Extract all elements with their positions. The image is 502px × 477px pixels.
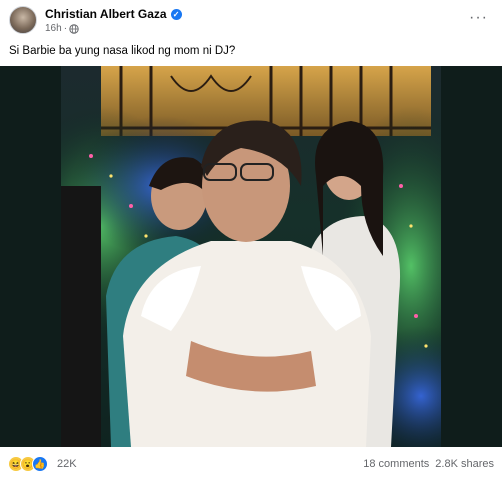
like-icon: 👍 — [32, 456, 48, 472]
avatar[interactable] — [9, 6, 37, 34]
post-time[interactable]: 16h — [45, 23, 62, 34]
shares-count[interactable]: 2.8K shares — [435, 458, 494, 470]
video-frame[interactable] — [61, 66, 441, 447]
post-meta: 16h · — [45, 23, 79, 34]
post-stats: 18 comments 2.8K shares — [363, 458, 494, 470]
reaction-icons[interactable]: 😆 😮 👍 — [8, 456, 48, 472]
globe-icon — [69, 23, 79, 34]
more-options-icon[interactable]: ··· — [469, 10, 488, 26]
post-header: Christian Albert Gaza ✓ 16h · ··· — [0, 0, 502, 40]
post-footer: 😆 😮 👍 22K 18 comments 2.8K shares — [0, 447, 502, 477]
comments-count[interactable]: 18 comments — [363, 458, 429, 470]
author-name[interactable]: Christian Albert Gaza — [45, 7, 167, 21]
author-name-row[interactable]: Christian Albert Gaza ✓ — [45, 7, 182, 21]
reaction-count[interactable]: 22K — [57, 458, 77, 470]
post-caption: Si Barbie ba yung nasa likod ng mom ni D… — [9, 45, 236, 57]
post-media[interactable] — [0, 66, 502, 447]
video-scene-image — [61, 66, 441, 447]
verified-badge-icon: ✓ — [170, 8, 182, 20]
